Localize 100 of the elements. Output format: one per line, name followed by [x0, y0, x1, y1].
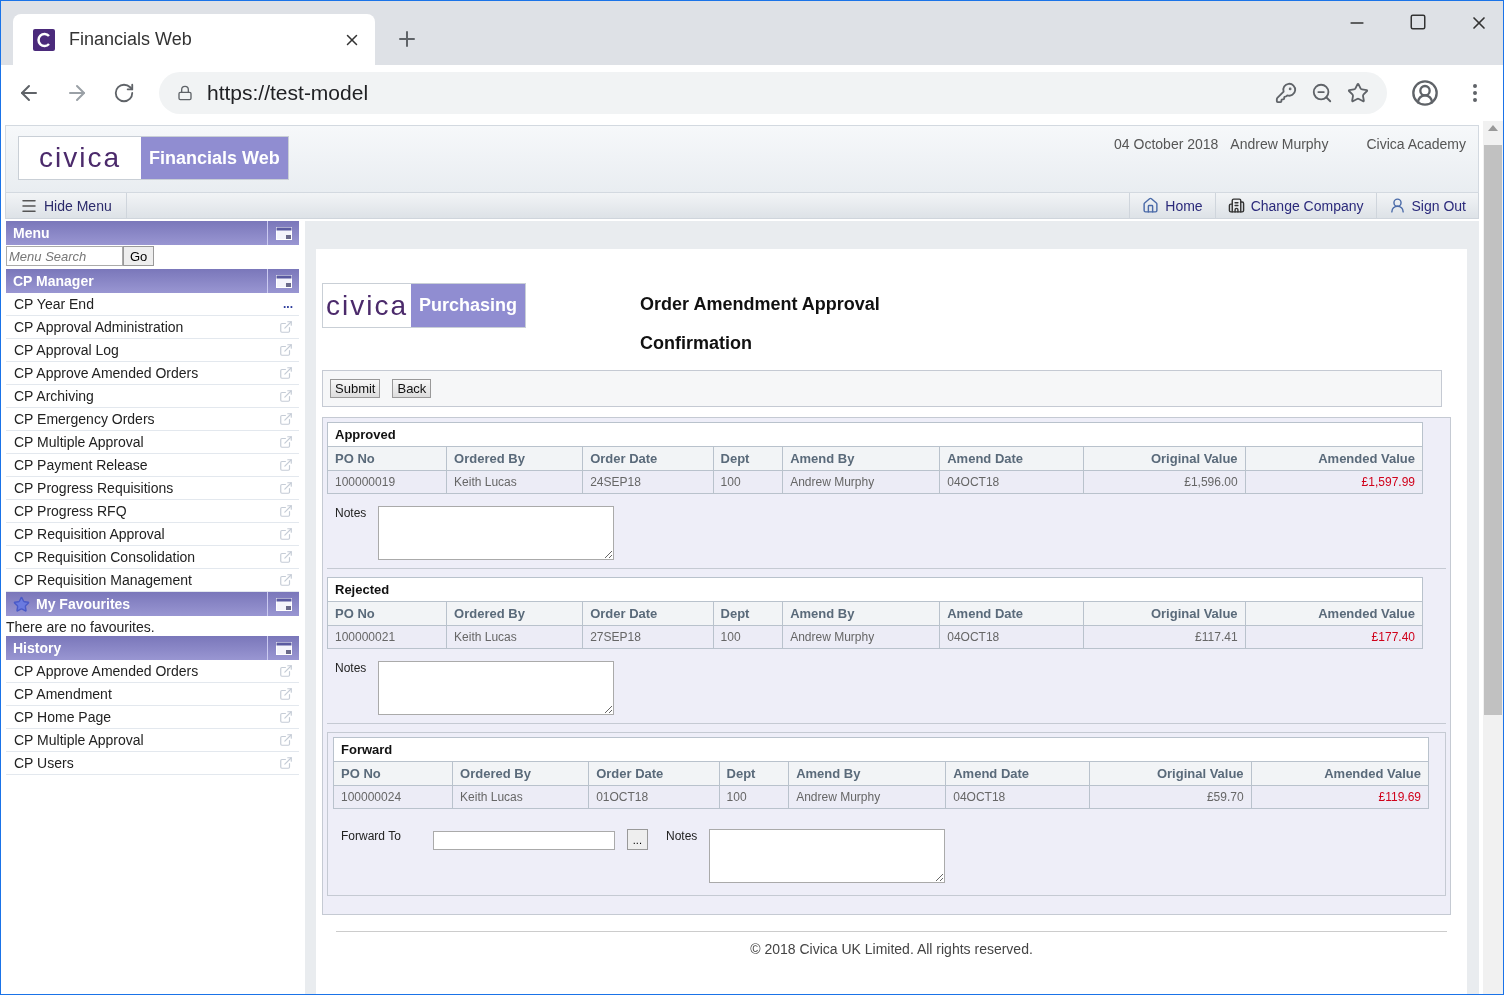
- external-link-icon[interactable]: [279, 733, 293, 747]
- menu-item[interactable]: CP Approve Amended Orders: [6, 660, 299, 683]
- key-icon[interactable]: [1275, 82, 1297, 104]
- table-cell: 100000024: [333, 785, 453, 809]
- action-button[interactable]: Submit: [330, 379, 381, 398]
- notes-label: Notes: [335, 506, 367, 520]
- current-date: 04 October 2018: [1114, 136, 1219, 152]
- lookup-button[interactable]: ...: [626, 829, 648, 850]
- external-link-icon[interactable]: [279, 412, 293, 426]
- star-icon[interactable]: [1347, 82, 1369, 104]
- column-header: Ordered By: [446, 601, 583, 626]
- forward-to-field[interactable]: [432, 831, 615, 850]
- menu-item[interactable]: CP Payment Release: [6, 454, 299, 477]
- menu-item[interactable]: CP Amendment: [6, 683, 299, 706]
- column-header: Amended Value: [1245, 446, 1423, 471]
- column-header: Original Value: [1083, 601, 1246, 626]
- table-cell: 04OCT18: [939, 470, 1084, 494]
- scroll-up-icon[interactable]: [1488, 125, 1498, 131]
- column-header: Amend By: [788, 761, 946, 786]
- table-cell: Keith Lucas: [452, 785, 589, 809]
- hide-menu-button[interactable]: Hide Menu: [6, 193, 127, 218]
- menu-item[interactable]: CP Multiple Approval: [6, 431, 299, 454]
- column-header: Ordered By: [446, 446, 583, 471]
- copyright-text: © 2018 Civica UK Limited. All rights reserved.: [750, 941, 1033, 957]
- table-cell: 24SEP18: [582, 470, 714, 494]
- column-header: Amend Date: [939, 601, 1084, 626]
- app-logo: civica Financials Web: [18, 136, 289, 180]
- panel-icon[interactable]: [275, 641, 292, 655]
- column-header: Amended Value: [1251, 761, 1429, 786]
- section-title: Rejected: [327, 577, 1423, 602]
- table-cell: Andrew Murphy: [782, 625, 940, 649]
- profile-icon[interactable]: [1411, 79, 1439, 107]
- go-button[interactable]: Go: [123, 246, 155, 266]
- menu-item[interactable]: CP Progress RFQ: [6, 500, 299, 523]
- external-link-icon[interactable]: [279, 389, 293, 403]
- table-cell: 04OCT18: [945, 785, 1090, 809]
- table-cell: Andrew Murphy: [788, 785, 946, 809]
- menu-item[interactable]: CP Requisition Approval: [6, 523, 299, 546]
- table-cell: £117.41: [1083, 625, 1246, 649]
- maximize-icon[interactable]: [1409, 13, 1427, 31]
- company-name: Civica Academy: [1366, 136, 1466, 152]
- building-icon: [1227, 197, 1245, 214]
- external-link-icon[interactable]: [279, 527, 293, 541]
- menu-item[interactable]: CP Home Page: [6, 706, 299, 729]
- external-link-icon[interactable]: [279, 573, 293, 587]
- menu-item[interactable]: CP Archiving: [6, 385, 299, 408]
- address-bar[interactable]: https://test-model: [159, 72, 1387, 114]
- notes-field[interactable]: [378, 506, 615, 560]
- column-header: Order Date: [582, 446, 714, 471]
- more-indicator[interactable]: ...: [283, 297, 293, 311]
- lock-icon: [177, 85, 193, 101]
- action-button[interactable]: Back: [392, 379, 432, 398]
- notes-field[interactable]: [378, 661, 615, 715]
- menu-item[interactable]: CP Approve Amended Orders: [6, 362, 299, 385]
- panel-icon[interactable]: [275, 274, 292, 288]
- section-title: Approved: [327, 422, 1423, 447]
- external-link-icon[interactable]: [279, 458, 293, 472]
- table-cell: 100000019: [327, 470, 447, 494]
- section-header: History: [6, 636, 299, 660]
- external-link-icon[interactable]: [279, 366, 293, 380]
- menu-item[interactable]: CP Approval Administration: [6, 316, 299, 339]
- external-link-icon[interactable]: [279, 664, 293, 678]
- table-cell: Keith Lucas: [446, 625, 583, 649]
- browser-tab[interactable]: Financials Web: [13, 14, 375, 65]
- scrollbar-thumb[interactable]: [1484, 145, 1502, 715]
- panel-icon[interactable]: [275, 226, 292, 240]
- menu-item[interactable]: CP Approval Log: [6, 339, 299, 362]
- column-header: PO No: [333, 761, 453, 786]
- section-header: CP Manager: [6, 269, 299, 293]
- table-cell: £59.70: [1089, 785, 1252, 809]
- external-link-icon[interactable]: [279, 550, 293, 564]
- notes-label: Notes: [335, 661, 367, 675]
- external-link-icon[interactable]: [279, 504, 293, 518]
- zoom-out-icon[interactable]: [1311, 82, 1333, 104]
- nav-link[interactable]: Change Company: [1214, 193, 1376, 218]
- external-link-icon[interactable]: [279, 435, 293, 449]
- menu-search-field[interactable]: Menu Search: [6, 246, 123, 266]
- external-link-icon[interactable]: [279, 710, 293, 724]
- notes-field[interactable]: [709, 829, 946, 883]
- external-link-icon[interactable]: [279, 687, 293, 701]
- external-link-icon[interactable]: [279, 320, 293, 334]
- table-cell: Andrew Murphy: [782, 470, 940, 494]
- reload-icon[interactable]: [113, 82, 135, 104]
- notes-label: Notes: [666, 829, 698, 843]
- forward-to-label: Forward To: [341, 829, 401, 843]
- external-link-icon[interactable]: [279, 343, 293, 357]
- menu-item[interactable]: CP Emergency Orders: [6, 408, 299, 431]
- table-cell: £1,597.99: [1245, 470, 1423, 494]
- panel-icon[interactable]: [275, 597, 292, 611]
- menu-item[interactable]: CP Requisition Consolidation: [6, 546, 299, 569]
- menu-item[interactable]: CP Multiple Approval: [6, 729, 299, 752]
- column-header: Amend Date: [939, 446, 1084, 471]
- table-cell: £119.69: [1251, 785, 1429, 809]
- external-link-icon[interactable]: [279, 481, 293, 495]
- menu-item[interactable]: CP Progress Requisitions: [6, 477, 299, 500]
- nav-link[interactable]: Sign Out: [1375, 193, 1478, 218]
- nav-link[interactable]: Home: [1129, 193, 1215, 218]
- external-link-icon[interactable]: [279, 756, 293, 770]
- menu-item[interactable]: CP Year End ...: [6, 293, 299, 316]
- menu-item[interactable]: CP Users: [6, 752, 299, 775]
